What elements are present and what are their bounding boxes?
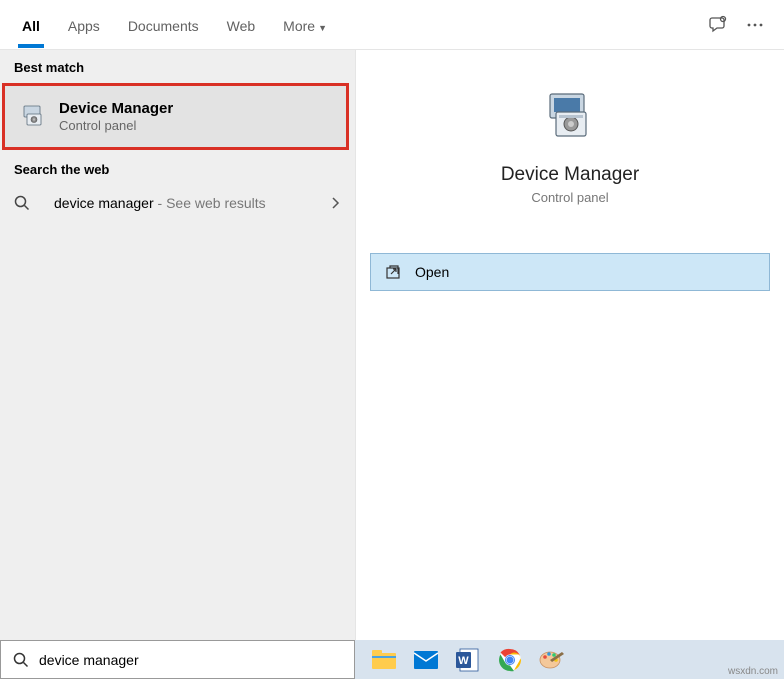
feedback-icon[interactable] <box>708 15 728 35</box>
svg-text:W: W <box>458 655 469 667</box>
taskbar: W wsxdn.com <box>0 640 784 679</box>
tab-apps[interactable]: Apps <box>54 6 114 44</box>
search-results-content: Best match Device Manager Control panel … <box>0 50 784 640</box>
chevron-right-icon <box>331 196 341 210</box>
preview-pane: Device Manager Control panel Open <box>355 50 784 640</box>
web-search-result[interactable]: device manager - See web results <box>0 183 355 223</box>
result-device-manager[interactable]: Device Manager Control panel <box>2 83 349 150</box>
chevron-down-icon: ▼ <box>318 23 327 33</box>
search-icon <box>13 652 29 668</box>
preview-header: Device Manager Control panel <box>356 70 784 225</box>
web-result-text: device manager - See web results <box>54 195 331 211</box>
paint-icon[interactable] <box>531 640 573 679</box>
device-manager-large-icon <box>542 90 598 146</box>
open-label: Open <box>415 264 449 280</box>
results-list-pane: Best match Device Manager Control panel … <box>0 50 355 640</box>
watermark: wsxdn.com <box>728 666 778 677</box>
open-button[interactable]: Open <box>370 253 770 291</box>
search-icon <box>14 195 42 211</box>
result-subtitle: Control panel <box>59 118 332 133</box>
tab-more[interactable]: More▼ <box>269 6 341 44</box>
taskbar-apps: W wsxdn.com <box>355 640 784 679</box>
search-filter-tabs: All Apps Documents Web More▼ <box>0 0 784 50</box>
tab-all[interactable]: All <box>8 6 54 44</box>
tab-documents[interactable]: Documents <box>114 6 213 44</box>
file-explorer-icon[interactable] <box>363 640 405 679</box>
preview-title: Device Manager <box>376 164 764 186</box>
tab-web[interactable]: Web <box>213 6 270 44</box>
chrome-icon[interactable] <box>489 640 531 679</box>
open-icon <box>385 264 401 280</box>
search-input[interactable] <box>39 652 342 668</box>
result-title: Device Manager <box>59 100 332 117</box>
mail-icon[interactable] <box>405 640 447 679</box>
taskbar-search-box[interactable] <box>0 640 355 679</box>
device-manager-icon <box>19 103 47 131</box>
word-icon[interactable]: W <box>447 640 489 679</box>
more-options-icon[interactable] <box>746 16 764 34</box>
preview-subtitle: Control panel <box>376 190 764 205</box>
search-web-header: Search the web <box>0 152 355 183</box>
best-match-header: Best match <box>0 50 355 81</box>
